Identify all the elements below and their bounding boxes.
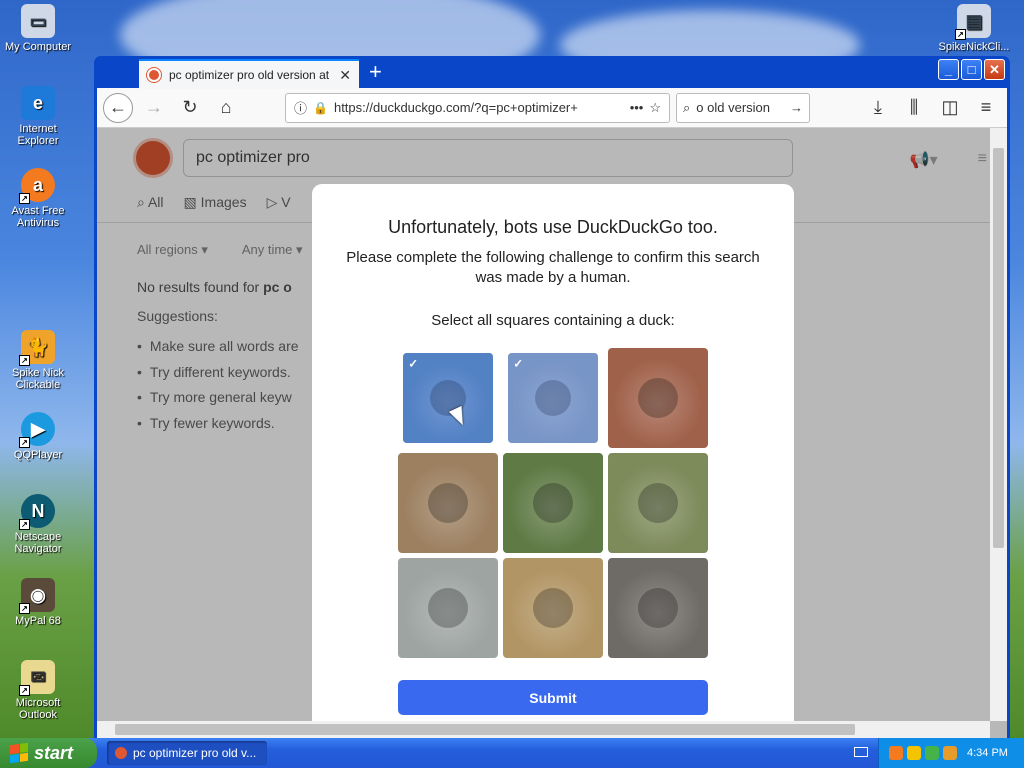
page-actions-icon[interactable]: ••• (630, 100, 644, 115)
url-bar[interactable]: ⓘ 🔒 https://duckduckgo.com/?q=pc+optimiz… (285, 92, 670, 123)
bear-cub-image (533, 588, 573, 628)
qqplayer-icon: ▶ ↗ (19, 412, 55, 448)
giraffes-image (428, 483, 468, 523)
home-button[interactable]: ⌂ (211, 93, 241, 123)
tab-close-icon[interactable]: ✕ (339, 67, 351, 84)
captcha-tile-6[interactable] (608, 453, 708, 553)
monkey-image (638, 378, 678, 418)
desktop-icon-mypal[interactable]: ◉ ↗ MyPal 68 (0, 578, 76, 627)
downloads-icon[interactable]: ⤓ (863, 93, 893, 123)
tab-title: pc optimizer pro old version at Duc (169, 68, 331, 82)
duckduckgo-favicon-icon (147, 68, 161, 82)
browser-window: pc optimizer pro old version at Duc ✕ + … (94, 56, 1010, 738)
title-bar: pc optimizer pro old version at Duc ✕ + … (97, 56, 1007, 89)
raccoon-icon: ◉ ↗ (19, 578, 55, 614)
cat-image (638, 588, 678, 628)
sidebar-icon[interactable]: ◫ (935, 93, 965, 123)
challenge-title: Unfortunately, bots use DuckDuckGo too. (388, 217, 718, 237)
scrollbar-thumb[interactable] (993, 148, 1004, 548)
duck-image (535, 380, 571, 416)
bookmark-star-icon[interactable]: ☆ (649, 100, 661, 116)
search-icon: ⌕ (683, 99, 691, 115)
taskbar-item-browser[interactable]: pc optimizer pro old v... (107, 741, 267, 765)
captcha-tile-9[interactable] (608, 558, 708, 658)
desktop-icon-spike-nick[interactable]: 🐈 ↗ Spike Nick Clickable (0, 330, 76, 391)
image-grid: ✓ ✓ (398, 348, 708, 658)
desktop-icon-my-computer[interactable]: ▭ My Computer (0, 4, 76, 53)
start-button[interactable]: start (0, 738, 97, 768)
browser-tab[interactable]: pc optimizer pro old version at Duc ✕ (139, 59, 359, 89)
minimize-button[interactable]: _ (938, 59, 959, 80)
challenge-subtitle: Please complete the following challenge … (346, 249, 760, 286)
nav-toolbar: ← → ↻ ⌂ ⓘ 🔒 https://duckduckgo.com/?q=pc… (97, 88, 1007, 128)
windows-logo-icon (10, 742, 28, 764)
search-tray-icon[interactable] (943, 746, 957, 760)
captcha-tile-8[interactable] (503, 558, 603, 658)
avast-icon: a ↗ (19, 168, 55, 204)
network-icon[interactable] (925, 746, 939, 760)
search-input[interactable]: o old version (696, 100, 784, 115)
scrollbar-thumb[interactable] (115, 724, 855, 735)
duck-image (428, 588, 468, 628)
desktop-icon-avast[interactable]: a ↗ Avast Free Antivirus (0, 168, 76, 229)
captcha-tile-2[interactable]: ✓ (508, 353, 598, 443)
taskbar: start pc optimizer pro old v... 4:34 PM (0, 738, 1024, 768)
submit-button[interactable]: Submit (398, 680, 708, 715)
security-shield-icon[interactable] (907, 746, 921, 760)
menu-icon[interactable]: ≡ (971, 93, 1001, 123)
desktop-icon-outlook[interactable]: ✉ ↗ Microsoft Outlook (0, 660, 76, 721)
captcha-tile-3[interactable] (608, 348, 708, 448)
netscape-icon: N ↗ (19, 494, 55, 530)
info-icon[interactable]: ⓘ (294, 98, 307, 117)
horizontal-scrollbar[interactable] (97, 721, 990, 738)
clock: 4:34 PM (967, 747, 1008, 759)
avast-tray-icon[interactable] (889, 746, 903, 760)
search-go-icon[interactable]: → (790, 100, 803, 115)
captcha-tile-1[interactable]: ✓ (403, 353, 493, 443)
desktop-icon-netscape[interactable]: N ↗ Netscape Navigator (0, 494, 76, 555)
library-icon[interactable]: ⫼ (899, 93, 929, 123)
squirrel-image (638, 483, 678, 523)
back-button[interactable]: ← (103, 92, 133, 123)
outlook-icon: ✉ ↗ (19, 660, 55, 696)
page-content: pc optimizer pro 📢▾ ≡ ⌕ All ▧ Images ▷ V… (97, 128, 1007, 738)
url-text: https://duckduckgo.com/?q=pc+optimizer+ (333, 100, 578, 115)
captcha-challenge-modal: Unfortunately, bots use DuckDuckGo too. … (312, 184, 794, 738)
lock-icon: 🔒 (313, 100, 328, 115)
network-computer-icon: ▤ ↗ (955, 4, 991, 40)
new-tab-icon[interactable]: + (369, 60, 382, 84)
captcha-tile-5[interactable] (503, 453, 603, 553)
search-bar[interactable]: ⌕ o old version → (676, 92, 810, 123)
vertical-scrollbar[interactable] (990, 128, 1007, 721)
close-window-button[interactable]: ✕ (984, 59, 1005, 80)
system-tray: 4:34 PM (878, 738, 1024, 768)
captcha-tile-4[interactable] (398, 453, 498, 553)
window-controls: _ □ ✕ (938, 59, 1005, 80)
desktop-icon-qqplayer[interactable]: ▶ ↗ QQPlayer (0, 412, 76, 461)
wild-dog-image (533, 483, 573, 523)
cat-icon: 🐈 ↗ (19, 330, 55, 366)
challenge-instruction: Select all squares containing a duck: (431, 312, 675, 329)
reload-button[interactable]: ↻ (175, 93, 205, 123)
forward-button[interactable]: → (139, 93, 169, 123)
checkmark-icon: ✓ (408, 356, 419, 371)
duckduckgo-favicon-icon (115, 747, 127, 759)
keyboard-icon[interactable] (854, 747, 868, 757)
checkmark-icon: ✓ (513, 356, 524, 371)
captcha-tile-7[interactable] (398, 558, 498, 658)
desktop-icon-spike-nick-right[interactable]: ▤ ↗ SpikeNickCli... (936, 4, 1012, 53)
maximize-button[interactable]: □ (961, 59, 982, 80)
desktop-icon-internet-explorer[interactable]: e Internet Explorer (0, 86, 76, 147)
internet-explorer-icon: e (21, 86, 55, 120)
computer-icon: ▭ (21, 4, 55, 38)
